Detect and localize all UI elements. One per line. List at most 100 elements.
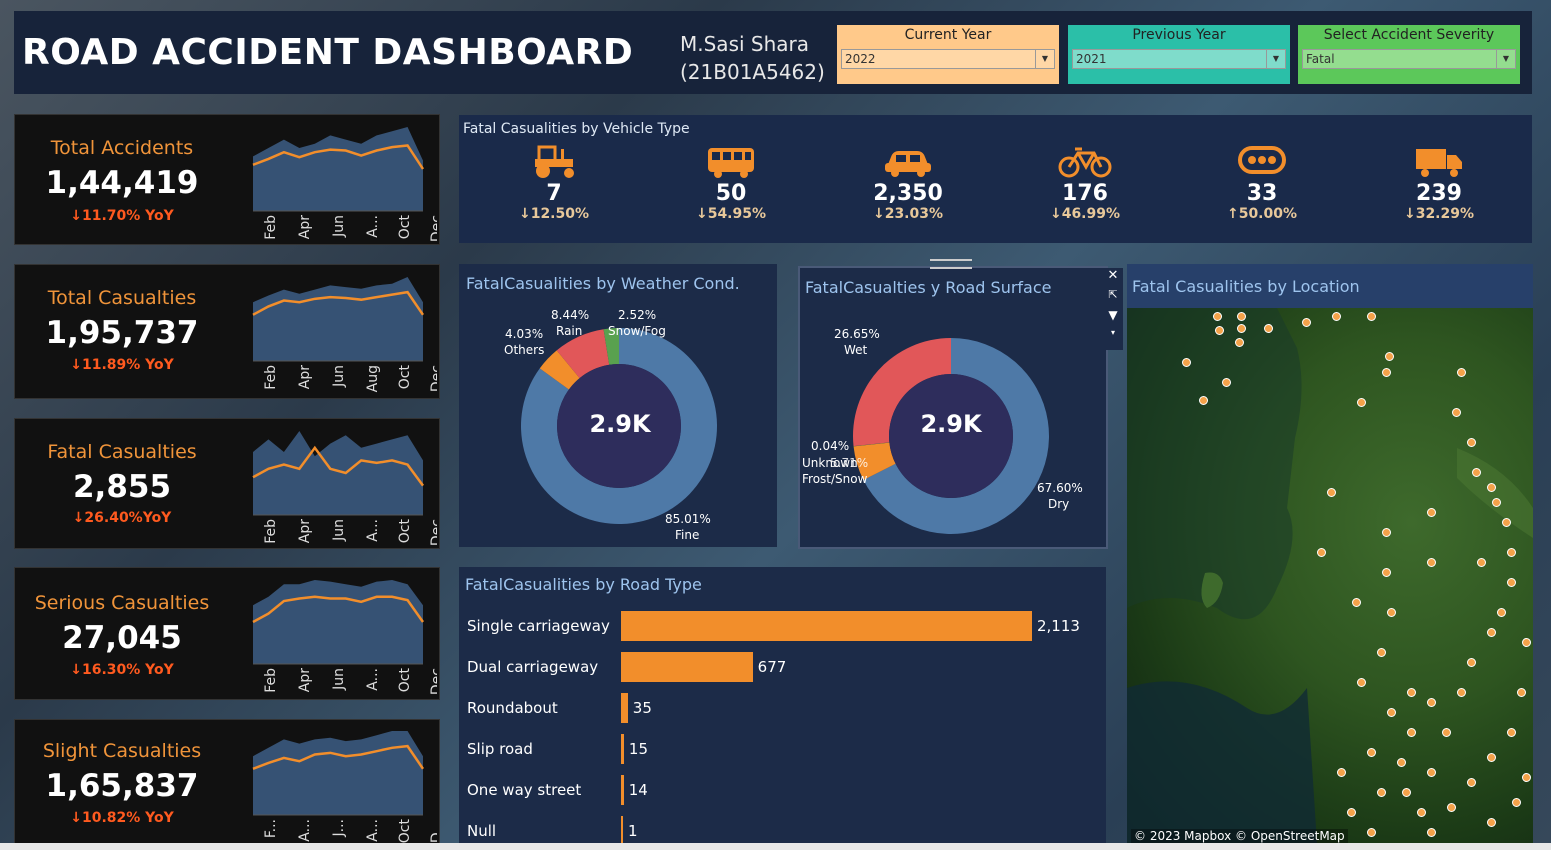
- bar-one-way-street[interactable]: [621, 775, 624, 805]
- location-marker[interactable]: [1487, 818, 1496, 827]
- location-marker[interactable]: [1215, 326, 1224, 335]
- location-marker[interactable]: [1487, 483, 1496, 492]
- location-marker[interactable]: [1397, 758, 1406, 767]
- surface-center-value: 2.9K: [920, 410, 982, 438]
- location-marker[interactable]: [1417, 808, 1426, 817]
- location-marker[interactable]: [1367, 312, 1376, 321]
- location-marker[interactable]: [1367, 748, 1376, 757]
- location-marker[interactable]: [1512, 798, 1521, 807]
- location-marker[interactable]: [1517, 688, 1526, 697]
- frost-pct-label: 5.71%: [830, 456, 869, 470]
- vehicle-item-tractor: 7 ↓12.50%: [509, 145, 599, 222]
- location-marker[interactable]: [1442, 728, 1451, 737]
- location-marker[interactable]: [1507, 728, 1516, 737]
- location-marker[interactable]: [1377, 788, 1386, 797]
- location-marker[interactable]: [1302, 318, 1311, 327]
- location-marker[interactable]: [1447, 803, 1456, 812]
- location-marker[interactable]: [1182, 358, 1191, 367]
- location-marker[interactable]: [1522, 773, 1531, 782]
- location-marker[interactable]: [1385, 352, 1394, 361]
- location-marker[interactable]: [1457, 368, 1466, 377]
- vehicle-change: ↑50.00%: [1226, 206, 1298, 222]
- location-marker[interactable]: [1332, 312, 1341, 321]
- location-marker[interactable]: [1487, 753, 1496, 762]
- location-marker[interactable]: [1387, 608, 1396, 617]
- location-marker[interactable]: [1472, 468, 1481, 477]
- location-marker[interactable]: [1199, 396, 1208, 405]
- location-marker[interactable]: [1382, 368, 1391, 377]
- severity-select[interactable]: Fatal ▼: [1302, 49, 1516, 69]
- sparkline-tick-label: Oct: [397, 819, 413, 843]
- location-marker[interactable]: [1492, 498, 1501, 507]
- location-marker[interactable]: [1327, 488, 1336, 497]
- location-marker[interactable]: [1387, 708, 1396, 717]
- location-marker[interactable]: [1317, 548, 1326, 557]
- location-marker[interactable]: [1347, 808, 1356, 817]
- bar-single-carriageway[interactable]: [621, 611, 1032, 641]
- location-marker[interactable]: [1352, 598, 1361, 607]
- location-marker[interactable]: [1264, 324, 1273, 333]
- location-marker[interactable]: [1427, 558, 1436, 567]
- location-marker[interactable]: [1427, 828, 1436, 837]
- close-icon[interactable]: ✕: [1103, 268, 1123, 288]
- drag-handle[interactable]: [930, 259, 972, 269]
- sparkline-tick-label: Oct: [397, 365, 413, 390]
- chevron-down-icon[interactable]: ▼: [1266, 50, 1285, 68]
- location-marker[interactable]: [1407, 688, 1416, 697]
- location-marker[interactable]: [1337, 768, 1346, 777]
- vehicle-item-bicycle: 176 ↓46.99%: [1040, 145, 1130, 222]
- location-marker[interactable]: [1377, 648, 1386, 657]
- location-marker[interactable]: [1407, 728, 1416, 737]
- chevron-down-icon[interactable]: ▼: [1035, 50, 1054, 68]
- location-marker[interactable]: [1502, 518, 1511, 527]
- bar-category-label: One way street: [467, 781, 582, 799]
- filter-label: Select Accident Severity: [1323, 27, 1495, 43]
- filter-label: Current Year: [904, 27, 992, 43]
- bar-slip-road[interactable]: [621, 734, 624, 764]
- location-marker[interactable]: [1467, 778, 1476, 787]
- location-marker[interactable]: [1237, 324, 1246, 333]
- bar-null[interactable]: [621, 816, 623, 846]
- kpi-slight-casualties: Slight Casualties 1,65,837 ↓10.82% YoY F…: [14, 719, 440, 845]
- location-marker[interactable]: [1507, 578, 1516, 587]
- location-marker[interactable]: [1427, 698, 1436, 707]
- location-marker[interactable]: [1457, 688, 1466, 697]
- location-marker[interactable]: [1427, 508, 1436, 517]
- location-marker[interactable]: [1357, 678, 1366, 687]
- location-marker[interactable]: [1213, 312, 1222, 321]
- sparkline-chart: F... A... J... A... Oct D...: [252, 731, 437, 843]
- location-marker[interactable]: [1487, 628, 1496, 637]
- road-type-title: FatalCasualities by Road Type: [465, 575, 702, 594]
- location-marker[interactable]: [1452, 408, 1461, 417]
- location-marker[interactable]: [1477, 558, 1486, 567]
- chevron-down-icon[interactable]: ▼: [1496, 50, 1515, 68]
- truck-icon: [1416, 149, 1462, 177]
- location-marker[interactable]: [1427, 768, 1436, 777]
- location-marker[interactable]: [1222, 378, 1231, 387]
- location-marker[interactable]: [1235, 338, 1244, 347]
- location-marker[interactable]: [1367, 828, 1376, 837]
- kpi-yoy: ↓10.82% YoY: [70, 810, 174, 826]
- bar-dual-carriageway[interactable]: [621, 652, 753, 682]
- more-options-icon[interactable]: ▾: [1103, 328, 1123, 348]
- severity-filter: Select Accident Severity Fatal ▼: [1298, 25, 1520, 84]
- current-year-select[interactable]: 2022 ▼: [841, 49, 1055, 69]
- location-marker[interactable]: [1507, 548, 1516, 557]
- location-marker[interactable]: [1382, 528, 1391, 537]
- tractor-icon: [535, 145, 574, 178]
- location-marker[interactable]: [1497, 608, 1506, 617]
- sparkline-tick-label: Oct: [397, 519, 413, 544]
- location-marker[interactable]: [1467, 658, 1476, 667]
- previous-year-select[interactable]: 2021 ▼: [1072, 49, 1286, 69]
- location-marker[interactable]: [1522, 638, 1531, 647]
- location-marker[interactable]: [1402, 788, 1411, 797]
- bar-roundabout[interactable]: [621, 693, 628, 723]
- location-marker[interactable]: [1357, 398, 1366, 407]
- vehicle-change: ↓12.50%: [518, 206, 590, 222]
- location-marker[interactable]: [1382, 568, 1391, 577]
- open-external-icon[interactable]: ⇱: [1103, 288, 1123, 308]
- location-map[interactable]: © 2023 Mapbox © OpenStreetMap: [1127, 308, 1533, 843]
- location-marker[interactable]: [1467, 438, 1476, 447]
- location-marker[interactable]: [1237, 312, 1246, 321]
- filter-icon[interactable]: ▼: [1103, 308, 1123, 328]
